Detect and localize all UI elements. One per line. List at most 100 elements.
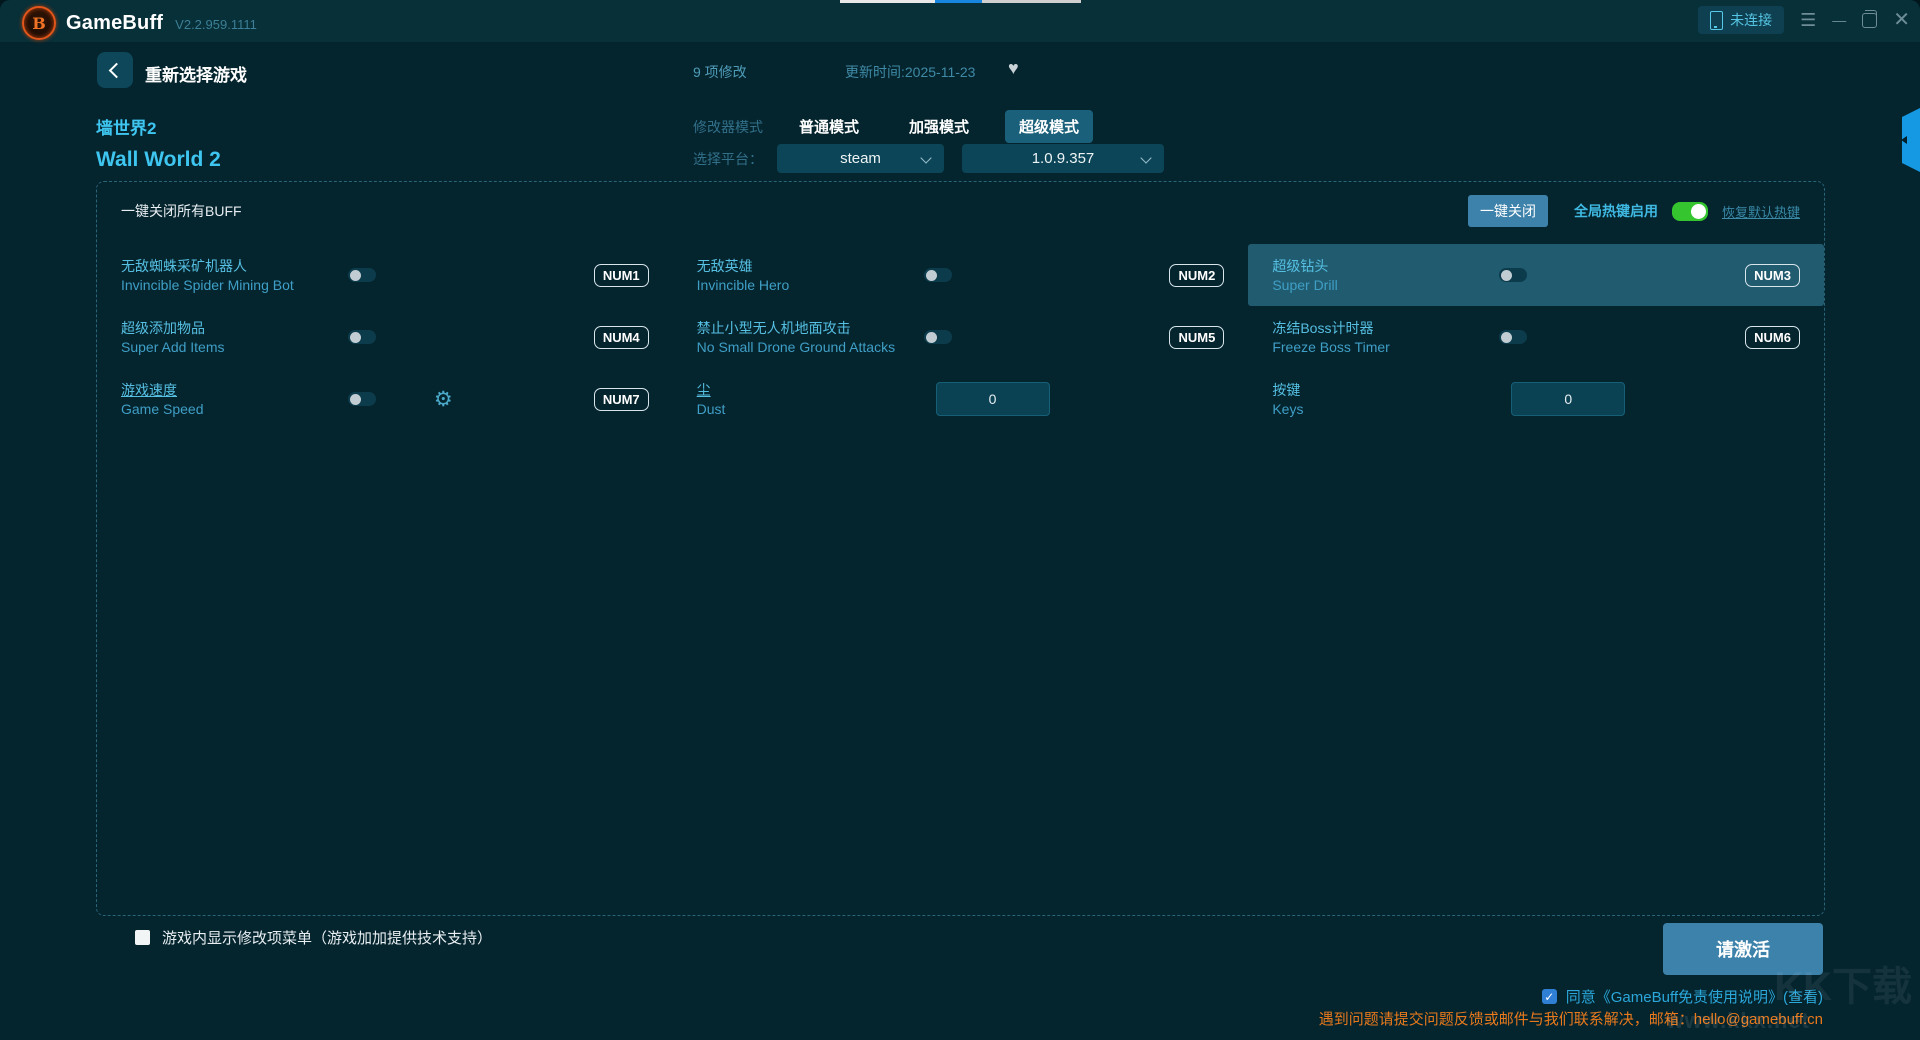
cheat-item-invincible-spider: 无敌蜘蛛采矿机器人 Invincible Spider Mining Bot N… — [97, 244, 673, 306]
hotkey-badge[interactable]: NUM6 — [1745, 326, 1800, 349]
cheat-toggle[interactable] — [348, 392, 376, 406]
agreement-checkbox[interactable]: ✓ — [1542, 989, 1557, 1004]
cheat-toggle[interactable] — [924, 268, 952, 282]
platform-label: 选择平台： — [693, 149, 763, 169]
panel-header: 一键关闭所有BUFF 一键关闭 全局热键启用 恢复默认热键 — [97, 182, 1824, 240]
menu-icon[interactable]: ☰ — [1800, 11, 1816, 29]
title-bar — [0, 0, 1920, 42]
hotkey-badge[interactable]: NUM5 — [1169, 326, 1224, 349]
cheat-names: 超级钻头 Super Drill — [1272, 256, 1499, 295]
mods-count: 9 项修改 — [693, 62, 747, 82]
cheat-name-en: Keys — [1272, 400, 1499, 419]
global-hotkey-label: 全局热键启用 — [1574, 201, 1658, 221]
connection-status-button[interactable]: 未连接 — [1698, 6, 1784, 34]
hotkey-badge[interactable]: NUM1 — [594, 264, 649, 287]
cheat-name-zh: 超级钻头 — [1272, 256, 1499, 276]
cheat-name-en: No Small Drone Ground Attacks — [697, 338, 924, 357]
cheat-name-zh: 按键 — [1272, 380, 1499, 400]
hotkey-badge[interactable]: NUM3 — [1745, 264, 1800, 287]
cheat-toggle[interactable] — [1499, 268, 1527, 282]
toggle-knob — [350, 332, 361, 343]
cheat-name-en: Invincible Hero — [697, 276, 924, 295]
game-title-en: Wall World 2 — [96, 148, 221, 172]
gear-icon[interactable]: ⚙ — [434, 389, 453, 410]
cheat-names: 按键 Keys — [1272, 380, 1499, 419]
cheat-names: 游戏速度 Game Speed — [121, 380, 348, 419]
toggle-knob — [926, 270, 937, 281]
restore-hotkeys-link[interactable]: 恢复默认热键 — [1722, 202, 1800, 221]
cheat-name-zh: 尘 — [697, 380, 924, 400]
trainer-mode-label: 修改器模式 — [693, 117, 763, 137]
version-value: 1.0.9.357 — [1032, 150, 1095, 167]
cheat-item-game-speed: 游戏速度 Game Speed ⚙ NUM7 — [97, 368, 673, 430]
restore-icon[interactable] — [1862, 13, 1877, 28]
toggle-knob — [350, 270, 361, 281]
top-strip-white — [840, 0, 935, 3]
favorite-heart-icon[interactable]: ♥ — [1008, 58, 1019, 79]
ingame-menu-row: 游戏内显示修改项菜单（游戏加加提供技术支持） — [135, 927, 492, 948]
cheat-toggle[interactable] — [1499, 330, 1527, 344]
cheat-item-dust: 尘 Dust — [673, 368, 1249, 430]
side-panel-tab[interactable] — [1895, 108, 1920, 172]
top-strip-blue — [935, 0, 982, 3]
dust-value-input[interactable] — [936, 382, 1050, 416]
cheat-names: 无敌英雄 Invincible Hero — [697, 256, 924, 295]
hotkey-badge[interactable]: NUM4 — [594, 326, 649, 349]
keys-value-input[interactable] — [1511, 382, 1625, 416]
top-strip-gray — [982, 0, 1081, 3]
cheat-item-no-drone-attacks: 禁止小型无人机地面攻击 No Small Drone Ground Attack… — [673, 306, 1249, 368]
close-all-button[interactable]: 一键关闭 — [1468, 195, 1548, 227]
close-all-label: 一键关闭所有BUFF — [121, 201, 242, 221]
page-title: 重新选择游戏 — [145, 61, 247, 86]
cheat-toggle[interactable] — [348, 330, 376, 344]
platform-select[interactable]: steam — [777, 144, 944, 173]
chevron-left-icon — [109, 62, 125, 78]
ingame-menu-checkbox[interactable] — [135, 930, 150, 945]
cheats-panel: 一键关闭所有BUFF 一键关闭 全局热键启用 恢复默认热键 无敌蜘蛛采矿机器人 … — [96, 181, 1825, 916]
cheat-names: 禁止小型无人机地面攻击 No Small Drone Ground Attack… — [697, 318, 924, 357]
cheat-toggle[interactable] — [924, 330, 952, 344]
app-name: GameBuff — [66, 12, 163, 35]
app-window: B GameBuff V2.2.959.1111 未连接 ☰ — ✕ 重新选择游… — [0, 0, 1920, 1040]
cheat-name-zh: 超级添加物品 — [121, 318, 348, 338]
version-select[interactable]: 1.0.9.357 — [962, 144, 1164, 173]
toggle-knob — [350, 394, 361, 405]
cheat-name-en: Super Add Items — [121, 338, 348, 357]
update-time: 更新时间:2025-11-23 — [845, 62, 975, 82]
toggle-knob — [926, 332, 937, 343]
game-title-zh: 墙世界2 — [96, 114, 156, 139]
cheat-name-zh: 无敌蜘蛛采矿机器人 — [121, 256, 348, 276]
mode-option-super[interactable]: 超级模式 — [1005, 110, 1093, 143]
minimize-icon[interactable]: — — [1832, 13, 1846, 27]
cheat-name-zh: 无敌英雄 — [697, 256, 924, 276]
mode-option-normal[interactable]: 普通模式 — [785, 110, 873, 143]
app-logo-icon: B — [22, 6, 56, 40]
hotkey-badge[interactable]: NUM2 — [1169, 264, 1224, 287]
ingame-menu-label: 游戏内显示修改项菜单（游戏加加提供技术支持） — [162, 927, 492, 948]
app-version: V2.2.959.1111 — [175, 17, 257, 32]
cheat-item-invincible-hero: 无敌英雄 Invincible Hero NUM2 — [673, 244, 1249, 306]
cheat-toggle[interactable] — [348, 268, 376, 282]
connection-status-label: 未连接 — [1730, 10, 1772, 30]
cheat-names: 尘 Dust — [697, 380, 924, 419]
cheat-item-keys: 按键 Keys — [1248, 368, 1824, 430]
global-hotkey-toggle[interactable] — [1672, 202, 1708, 221]
toggle-knob — [1501, 332, 1512, 343]
window-controls: 未连接 ☰ — ✕ — [1698, 6, 1910, 34]
mode-option-enhanced[interactable]: 加强模式 — [895, 110, 983, 143]
watermark-logo: KK下载 — [1774, 954, 1912, 1012]
cheat-names: 冻结Boss计时器 Freeze Boss Timer — [1272, 318, 1499, 357]
back-button[interactable] — [97, 52, 133, 88]
cheat-name-en: Super Drill — [1272, 276, 1499, 295]
brand: B GameBuff V2.2.959.1111 — [22, 6, 257, 40]
platform-value: steam — [840, 150, 881, 167]
cheat-item-super-drill[interactable]: 超级钻头 Super Drill NUM3 — [1248, 244, 1824, 306]
cheat-item-super-add-items: 超级添加物品 Super Add Items NUM4 — [97, 306, 673, 368]
hotkey-badge[interactable]: NUM7 — [594, 388, 649, 411]
cheat-name-zh: 游戏速度 — [121, 380, 348, 400]
phone-icon — [1710, 11, 1723, 30]
cheat-grid: 无敌蜘蛛采矿机器人 Invincible Spider Mining Bot N… — [97, 240, 1824, 434]
close-icon[interactable]: ✕ — [1893, 10, 1910, 30]
watermark-text: www.kkx.net — [1667, 1008, 1810, 1034]
cheat-name-en: Freeze Boss Timer — [1272, 338, 1499, 357]
